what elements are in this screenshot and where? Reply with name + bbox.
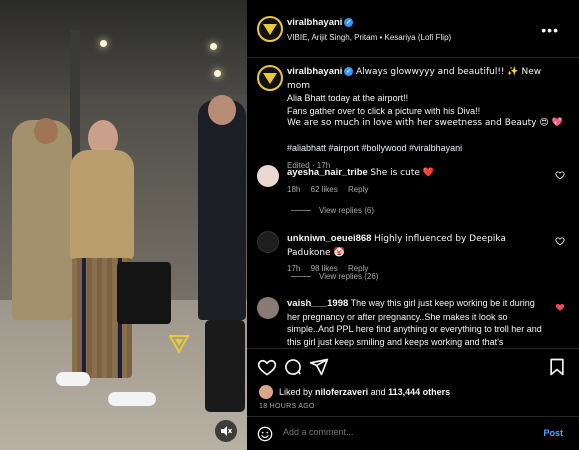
post-actions: Liked by niloferzaveri and 113,444 other… (247, 348, 579, 416)
ceiling-light (214, 70, 221, 77)
viral-bhayani-watermark-icon (169, 335, 189, 353)
caption-line: Fans gather over to click a picture with… (287, 105, 481, 116)
comment-item: vaish___1998 The way this girl just keep… (287, 297, 547, 348)
mute-button[interactable] (215, 420, 237, 442)
caption-line: We are so much in love with her sweetnes… (287, 118, 563, 128)
comment-text: She is cute ❤️ (370, 168, 434, 178)
reply-button[interactable]: Reply (348, 185, 368, 194)
view-replies-button[interactable]: View replies (6) (291, 206, 374, 215)
divider (291, 276, 311, 277)
man-in-black (198, 100, 246, 320)
liked-comment-heart-icon[interactable] (555, 302, 565, 312)
save-bookmark-icon[interactable] (547, 357, 567, 377)
liker-avatar (259, 385, 273, 399)
like-comment-heart-icon[interactable] (555, 236, 565, 246)
commenter-avatar[interactable] (257, 165, 279, 187)
view-replies-label: View replies (6) (319, 206, 374, 215)
comment-meta: 18h 62 likes Reply (287, 184, 547, 197)
comment-bubble-icon[interactable] (283, 357, 303, 377)
ceiling-light (100, 40, 107, 47)
man-in-black-head (208, 95, 236, 125)
caption-line: Alia Bhatt today at the airport!! (287, 93, 409, 103)
liked-by-summary[interactable]: Liked by niloferzaveri and 113,444 other… (259, 385, 450, 399)
post-caption: viralbhayani ✓ Always glowwyyy and beauti… (287, 65, 565, 173)
commenter-avatar[interactable] (257, 231, 279, 253)
sneaker (56, 372, 90, 386)
comment-item: unkniwn_oeuei868 Highly influenced by De… (287, 232, 547, 276)
view-replies-button[interactable]: View replies (26) (291, 272, 378, 281)
comment-username[interactable]: ayesha_nair_tribe (287, 167, 368, 178)
comment-input[interactable] (283, 427, 523, 437)
liked-by-user[interactable]: niloferzaveri (315, 387, 368, 397)
ceiling-light (210, 43, 217, 50)
author-username[interactable]: viralbhayani (287, 17, 342, 28)
suitcase (205, 320, 245, 412)
author-avatar[interactable] (257, 16, 283, 42)
add-comment-bar: Post (247, 416, 579, 450)
verified-badge-icon: ✓ (344, 67, 354, 77)
caption-author-avatar[interactable] (257, 65, 283, 91)
caption-username[interactable]: viralbhayani (287, 66, 342, 77)
more-options-button[interactable]: ••• (541, 22, 559, 38)
comments-section[interactable]: viralbhayani ✓ Always glowwyyy and beauti… (247, 58, 579, 348)
audio-track[interactable]: VIBIE, Arijit Singh, Pritam • Kesariya (… (287, 33, 451, 42)
author-username-row: viralbhayani ✓ (287, 17, 354, 28)
post-comment-button[interactable]: Post (543, 428, 563, 438)
viral-bhayani-logo-icon (263, 23, 277, 35)
post-date: 18 HOURS AGO (259, 403, 315, 410)
sneaker (108, 392, 156, 406)
like-comment-heart-icon[interactable] (555, 170, 565, 180)
post-media[interactable] (0, 0, 247, 450)
verified-badge-icon: ✓ (344, 17, 354, 27)
emoji-picker-icon[interactable] (257, 426, 273, 442)
comment-username[interactable]: unkniwn_oeuei868 (287, 233, 371, 244)
post-header: viralbhayani ✓ VIBIE, Arijit Singh, Prita… (247, 0, 579, 58)
view-replies-label: View replies (26) (319, 272, 379, 281)
comment-likes[interactable]: 62 likes (311, 185, 338, 194)
caption-hashtags[interactable]: #aliabhatt #airport #bollywood #viralbha… (287, 142, 565, 155)
share-paper-plane-icon[interactable] (309, 357, 329, 377)
liked-by-prefix: Liked by (279, 387, 313, 397)
handbag (117, 262, 171, 324)
woman-walking (66, 116, 141, 400)
security-officer-head (34, 118, 58, 144)
viral-bhayani-logo-icon (263, 72, 277, 84)
post-details-panel: viralbhayani ✓ VIBIE, Arijit Singh, Prita… (247, 0, 579, 450)
liked-by-count[interactable]: 113,444 others (388, 387, 450, 397)
security-officer (12, 120, 72, 320)
liked-by-and: and (370, 387, 386, 397)
commenter-avatar[interactable] (257, 297, 279, 319)
comment-item: ayesha_nair_tribe She is cute ❤️ 18h 62 … (287, 166, 547, 196)
divider (291, 210, 311, 211)
comment-time: 18h (287, 184, 301, 194)
comment-username[interactable]: vaish___1998 (287, 298, 348, 309)
speaker-muted-icon (221, 426, 232, 436)
like-heart-icon[interactable] (257, 357, 277, 377)
